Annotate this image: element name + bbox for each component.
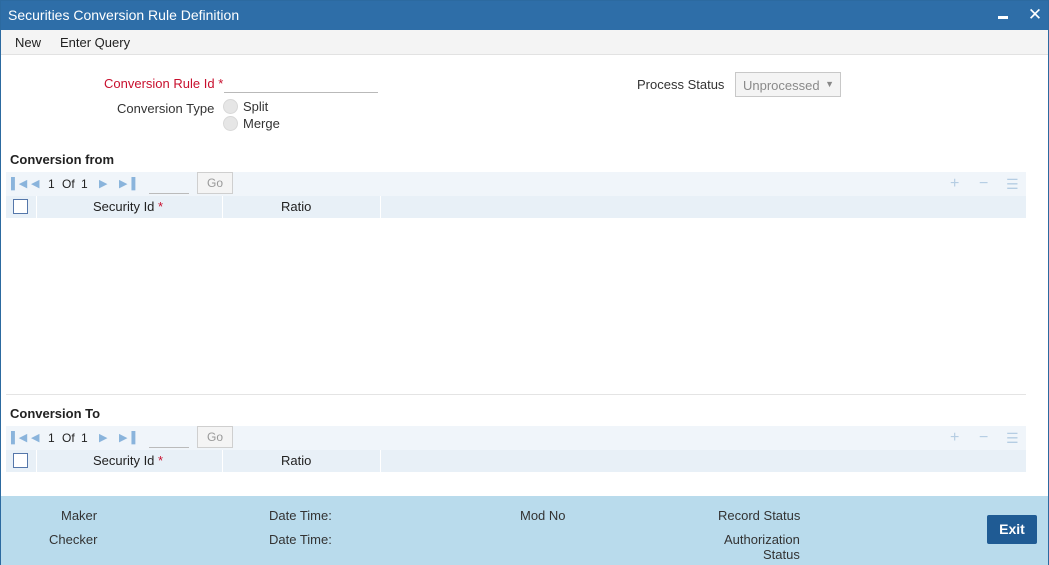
authorization-status-label: Status (763, 547, 800, 562)
maker-date-time-label: Date Time: (269, 508, 332, 523)
close-icon[interactable]: ✕ (1025, 5, 1045, 25)
merge-radio[interactable] (223, 116, 238, 131)
exit-button[interactable]: Exit (987, 515, 1037, 544)
section-divider (6, 394, 1026, 395)
maker-label: Maker (61, 508, 98, 523)
of-label: Of (62, 431, 75, 445)
conversion-rule-window: Securities Conversion Rule Definition ✕ … (0, 0, 1049, 565)
conversion-to-title: Conversion To (10, 406, 101, 421)
conversion-rule-id-label: Conversion Rule Id * (104, 76, 224, 91)
conversion-rule-id-input[interactable] (224, 73, 378, 93)
split-radio-label: Split (243, 99, 269, 114)
ratio-column-header[interactable]: Ratio (281, 199, 311, 214)
record-status-label: Record Status (718, 508, 801, 523)
last-page-icon[interactable]: ▶▐ (119, 177, 135, 190)
process-status-select[interactable]: Unprocessed ▼ (735, 72, 841, 97)
conversion-from-title: Conversion from (10, 152, 115, 167)
previous-page-icon[interactable]: ◀ (31, 431, 39, 444)
delete-row-icon[interactable]: − (979, 175, 988, 193)
mod-no-label: Mod No (520, 508, 566, 523)
window-title: Securities Conversion Rule Definition (8, 7, 240, 23)
previous-page-icon[interactable]: ◀ (31, 177, 39, 190)
add-row-icon[interactable]: + (950, 175, 959, 193)
next-page-icon[interactable]: ▶ (99, 431, 107, 444)
merge-radio-label: Merge (243, 116, 280, 131)
first-page-icon[interactable]: ▌◀ (11, 177, 27, 190)
authorization-label: Authorization (724, 532, 800, 547)
page-number-input[interactable] (149, 429, 189, 448)
menu-bar: New Enter Query (1, 30, 1048, 55)
new-menu-item[interactable]: New (15, 35, 41, 50)
conversion-from-toolbar: ▌◀ ◀ 1 Of 1 ▶ ▶▐ Go + − ☰ (6, 172, 1026, 196)
select-all-checkbox[interactable] (13, 453, 28, 468)
conversion-to-grid-header: Security Id * Ratio (6, 450, 1026, 472)
title-bar: Securities Conversion Rule Definition ✕ (1, 1, 1048, 30)
list-view-icon[interactable]: ☰ (1006, 176, 1019, 193)
total-pages: 1 (81, 177, 88, 191)
list-view-icon[interactable]: ☰ (1006, 430, 1019, 447)
security-id-column-header[interactable]: Security Id * (93, 199, 163, 214)
conversion-from-grid-header: Security Id * Ratio (6, 196, 1026, 218)
first-page-icon[interactable]: ▌◀ (11, 431, 27, 444)
current-page: 1 (48, 177, 55, 191)
of-label: Of (62, 177, 75, 191)
checker-date-time-label: Date Time: (269, 532, 332, 547)
last-page-icon[interactable]: ▶▐ (119, 431, 135, 444)
select-all-checkbox[interactable] (13, 199, 28, 214)
split-radio[interactable] (223, 99, 238, 114)
enter-query-menu-item[interactable]: Enter Query (60, 35, 130, 50)
page-number-input[interactable] (149, 175, 189, 194)
go-button[interactable]: Go (197, 426, 233, 448)
security-id-column-header[interactable]: Security Id * (93, 453, 163, 468)
audit-footer: Maker Checker Date Time: Date Time: Mod … (1, 496, 1048, 565)
conversion-to-toolbar: ▌◀ ◀ 1 Of 1 ▶ ▶▐ Go + − ☰ (6, 426, 1026, 450)
chevron-down-icon: ▼ (825, 79, 834, 89)
checker-label: Checker (49, 532, 98, 547)
delete-row-icon[interactable]: − (979, 429, 988, 447)
conversion-type-label: Conversion Type (117, 101, 215, 116)
process-status-label: Process Status (637, 77, 725, 92)
minimize-icon[interactable] (993, 5, 1013, 25)
process-status-value: Unprocessed (743, 78, 820, 93)
add-row-icon[interactable]: + (950, 429, 959, 447)
next-page-icon[interactable]: ▶ (99, 177, 107, 190)
ratio-column-header[interactable]: Ratio (281, 453, 311, 468)
total-pages: 1 (81, 431, 88, 445)
current-page: 1 (48, 431, 55, 445)
go-button[interactable]: Go (197, 172, 233, 194)
